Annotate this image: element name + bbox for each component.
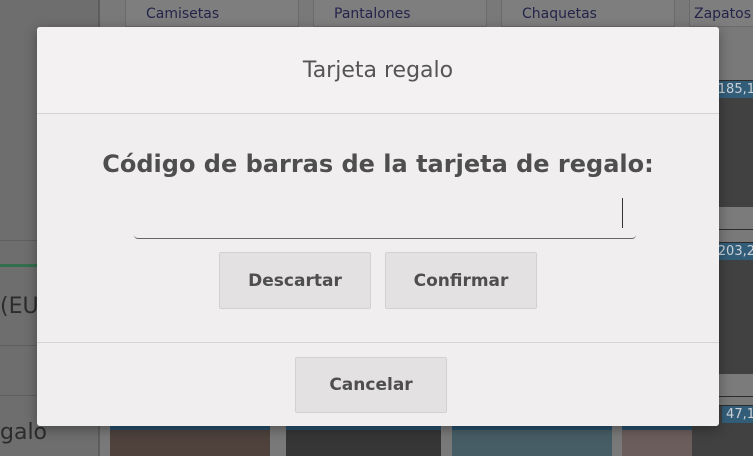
barcode-label: Código de barras de la tarjeta de regalo… xyxy=(102,150,654,178)
discard-button[interactable]: Descartar xyxy=(219,252,371,309)
gift-card-dialog: Tarjeta regalo Código de barras de la ta… xyxy=(37,27,719,426)
dialog-header: Tarjeta regalo xyxy=(37,27,719,114)
dialog-footer: Cancelar xyxy=(37,343,719,426)
barcode-input[interactable] xyxy=(134,191,636,239)
dialog-body: Código de barras de la tarjeta de regalo… xyxy=(37,114,719,343)
confirm-button[interactable]: Confirmar xyxy=(385,252,537,309)
dialog-title: Tarjeta regalo xyxy=(302,57,454,83)
text-caret xyxy=(622,198,623,228)
cancel-button[interactable]: Cancelar xyxy=(295,357,447,413)
